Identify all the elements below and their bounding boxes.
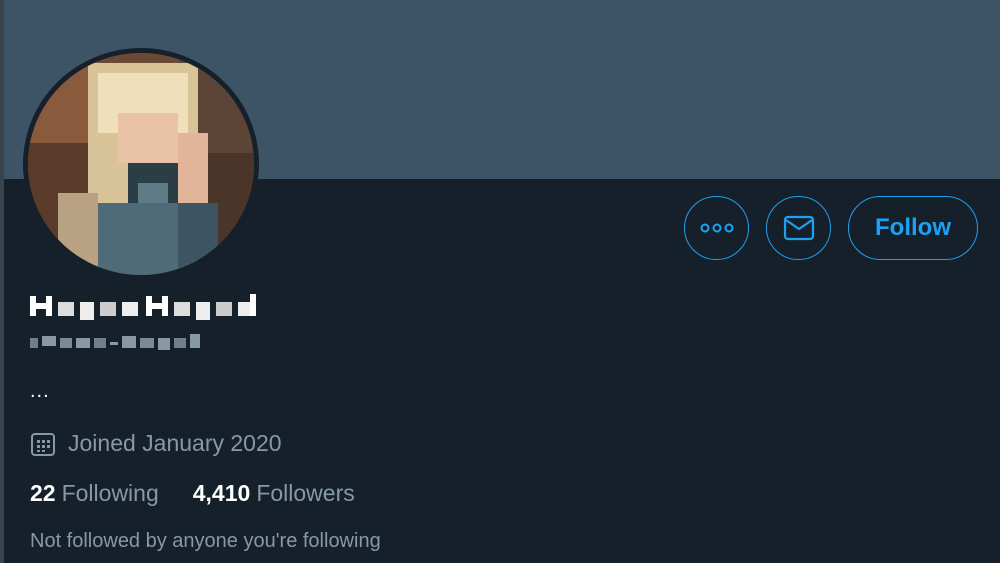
message-button[interactable] — [766, 196, 831, 260]
joined-date: Joined January 2020 — [30, 430, 282, 457]
display-name — [30, 292, 260, 320]
handle-pixelated — [30, 334, 200, 350]
following-stat[interactable]: 22 Following — [30, 480, 159, 507]
follow-stats: 22 Following 4,410 Followers — [30, 480, 355, 507]
more-options-button[interactable] — [684, 196, 749, 260]
followers-stat[interactable]: 4,410 Followers — [193, 480, 355, 507]
display-name-pixelated — [30, 294, 256, 320]
following-count: 22 — [30, 480, 56, 506]
bio: ... — [30, 380, 50, 402]
more-horizontal-icon — [700, 223, 733, 233]
followers-count: 4,410 — [192, 480, 251, 506]
follow-button[interactable]: Follow — [848, 196, 978, 260]
handle — [30, 332, 205, 352]
followers-label: Followers — [256, 480, 355, 506]
profile-page: Follow ... Joined January 2020 22 Follow… — [0, 0, 1000, 563]
calendar-icon — [31, 432, 55, 456]
envelope-icon — [783, 215, 814, 241]
joined-label: Joined January 2020 — [68, 430, 282, 456]
avatar-image — [28, 53, 254, 275]
following-label: Following — [61, 480, 159, 506]
not-followed-notice: Not followed by anyone you're following — [30, 530, 381, 552]
avatar[interactable] — [23, 48, 259, 280]
